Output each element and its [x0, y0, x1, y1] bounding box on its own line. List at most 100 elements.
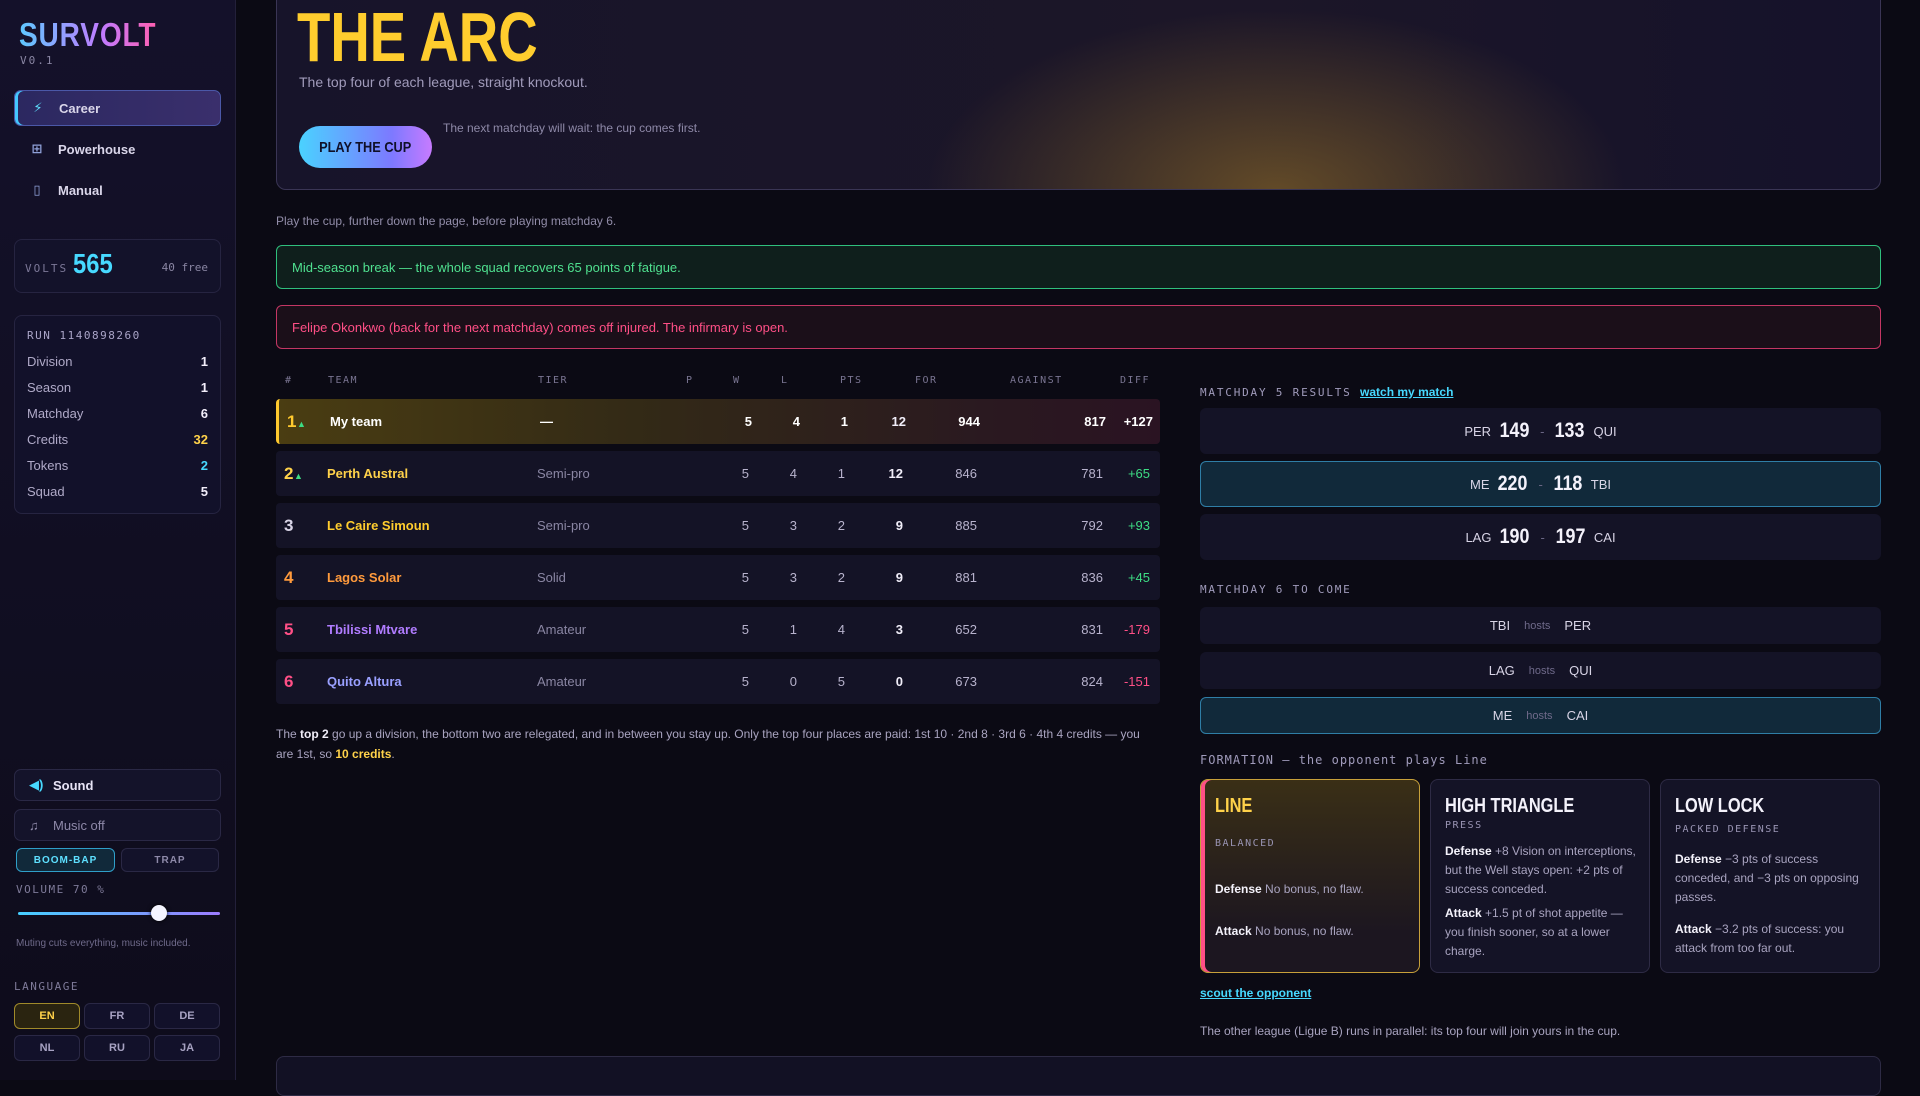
row-points: 9: [895, 570, 903, 585]
plus-square-icon: ⊞: [31, 141, 43, 156]
nav-career[interactable]: ⚡ Career: [14, 90, 221, 126]
fixture[interactable]: ME hosts CAI: [1200, 697, 1881, 734]
volume-knob[interactable]: [151, 905, 168, 921]
match-result[interactable]: LAG 190-197 CAI: [1200, 514, 1881, 560]
watch-match-link[interactable]: watch my match: [1360, 385, 1453, 399]
row-won: 4: [789, 466, 797, 481]
formation-kind: PRESS: [1445, 820, 1483, 831]
hosts-label: hosts: [1526, 709, 1553, 722]
away-team: QUI: [1593, 423, 1617, 439]
run-row-credits: Credits 32: [27, 432, 208, 447]
away-score: 118: [1553, 472, 1583, 495]
lang-de[interactable]: DE: [154, 1003, 220, 1029]
nav-manual[interactable]: ▯ Manual: [14, 172, 221, 208]
row-team: Perth Austral: [327, 466, 409, 481]
formation-card[interactable]: HIGH TRIANGLE PRESS Defense +8 Vision on i…: [1430, 779, 1650, 973]
fixture[interactable]: TBI hosts PER: [1200, 607, 1881, 644]
play-cup-button[interactable]: PLAY THE CUP: [299, 126, 432, 168]
away-team: PER: [1564, 618, 1592, 633]
row-for: 881: [955, 570, 977, 585]
away-team: CAI: [1593, 529, 1616, 545]
home-team: TBI: [1489, 618, 1511, 633]
row-lost: 2: [837, 518, 845, 533]
table-row[interactable]: 4 Lagos Solar Solid 5 3 2 9 881 836 +45: [276, 555, 1160, 600]
nav-powerhouse[interactable]: ⊞ Powerhouse: [14, 131, 221, 167]
table-row[interactable]: 1 ▲ My team —5 4 1 12 944 817 +127: [276, 399, 1160, 444]
volume-label: VOLUME 70 %: [16, 883, 106, 896]
fixtures-title: MATCHDAY 6 TO COME: [1200, 583, 1352, 596]
match-result[interactable]: PER 149-133 QUI: [1200, 408, 1881, 454]
injury-alert: Felipe Okonkwo (back for the next matchd…: [276, 305, 1881, 349]
row-won: 4: [792, 414, 800, 429]
away-team: TBI: [1590, 476, 1611, 492]
col-won: W: [733, 375, 741, 386]
sound-label: Sound: [53, 777, 94, 793]
row-diff: +65: [1127, 466, 1150, 481]
row-tier: Semi-pro: [537, 518, 590, 533]
lang-ru[interactable]: RU: [84, 1035, 150, 1061]
speaker-icon: ◀): [29, 777, 44, 792]
row-won: 1: [789, 622, 797, 637]
volume-slider[interactable]: [18, 912, 220, 915]
table-row[interactable]: 2 ▲ Perth Austral Semi-pro 5 4 1 12 846 781 +65: [276, 451, 1160, 496]
formation-card[interactable]: LINE BALANCED Defense No bonus, no flaw. At…: [1200, 779, 1420, 973]
row-team: Le Caire Simoun: [327, 518, 430, 533]
formation-kind: BALANCED: [1215, 838, 1276, 849]
row-played: 5: [741, 674, 749, 689]
language-label: LANGUAGE: [14, 980, 79, 993]
volts-panel: VOLTS 565 40 free: [14, 239, 221, 293]
formation-name: LOW LOCK: [1675, 795, 1765, 817]
col-played: P: [686, 375, 694, 386]
formation-name: LINE: [1215, 795, 1253, 817]
match-result[interactable]: ME 220-118 TBI: [1200, 461, 1881, 507]
lang-en[interactable]: EN: [14, 1003, 80, 1029]
nav-label: Career: [59, 100, 101, 116]
row-against: 831: [1081, 622, 1103, 637]
row-for: 846: [955, 466, 977, 481]
col-lost: L: [781, 375, 789, 386]
lang-ja[interactable]: JA: [154, 1035, 220, 1061]
style-trap[interactable]: TRAP: [121, 848, 219, 872]
home-score: 220: [1498, 472, 1528, 495]
lang-nl[interactable]: NL: [14, 1035, 80, 1061]
col-against: AGAINST: [1010, 375, 1063, 386]
col-for: FOR: [915, 375, 938, 386]
row-rank: 3: [284, 515, 294, 535]
row-diff: +93: [1127, 518, 1150, 533]
sidebar: SURVOLT V0.1 ⚡ Career ⊞ Powerhouse ▯ Man…: [0, 0, 236, 1080]
row-rank: 6: [284, 671, 294, 691]
away-score: 133: [1555, 419, 1585, 442]
style-boom-bap[interactable]: BOOM-BAP: [16, 848, 115, 872]
run-row-squad: Squad 5: [27, 484, 208, 499]
row-points: 12: [891, 414, 906, 429]
formation-card[interactable]: LOW LOCK PACKED DEFENSE Defense −3 pts of …: [1660, 779, 1880, 973]
sound-toggle[interactable]: ◀) Sound: [14, 769, 221, 801]
scout-opponent-link[interactable]: scout the opponent: [1200, 986, 1311, 1000]
row-won: 3: [789, 570, 797, 585]
row-against: 781: [1081, 466, 1103, 481]
table-row[interactable]: 6 Quito Altura Amateur 5 0 5 0 673 824 -151: [276, 659, 1160, 704]
home-team: LAG: [1465, 529, 1492, 545]
away-team: CAI: [1566, 708, 1589, 723]
lang-fr[interactable]: FR: [84, 1003, 150, 1029]
music-toggle[interactable]: ♫ Music off: [14, 809, 221, 841]
formation-attack: Attack −3.2 pts of success: you attack f…: [1675, 922, 1845, 955]
row-rank: 5: [284, 619, 294, 639]
row-team: Quito Altura: [327, 674, 402, 689]
row-tier: Amateur: [537, 674, 587, 689]
row-rank: 4: [284, 567, 294, 587]
home-team: ME: [1492, 708, 1513, 723]
row-for: 885: [955, 518, 977, 533]
row-diff: -151: [1123, 674, 1150, 689]
fixture[interactable]: LAG hosts QUI: [1200, 652, 1881, 689]
run-row-season: Season 1: [27, 380, 208, 395]
table-row[interactable]: 3 Le Caire Simoun Semi-pro 5 3 2 9 885 792 +93: [276, 503, 1160, 548]
row-points: 9: [895, 518, 903, 533]
music-note-icon: ♫: [29, 817, 39, 833]
bolt-icon: ⚡: [33, 100, 43, 115]
row-won: 0: [789, 674, 797, 689]
table-row[interactable]: 5 Tbilissi Mtvare Amateur 5 1 4 3 652 831 -179: [276, 607, 1160, 652]
formation-defense: Defense +8 Vision on interceptions, but …: [1445, 844, 1636, 896]
formation-kind: PACKED DEFENSE: [1675, 824, 1781, 835]
other-league-note: The other league (Ligue B) runs in paral…: [1200, 1024, 1621, 1038]
